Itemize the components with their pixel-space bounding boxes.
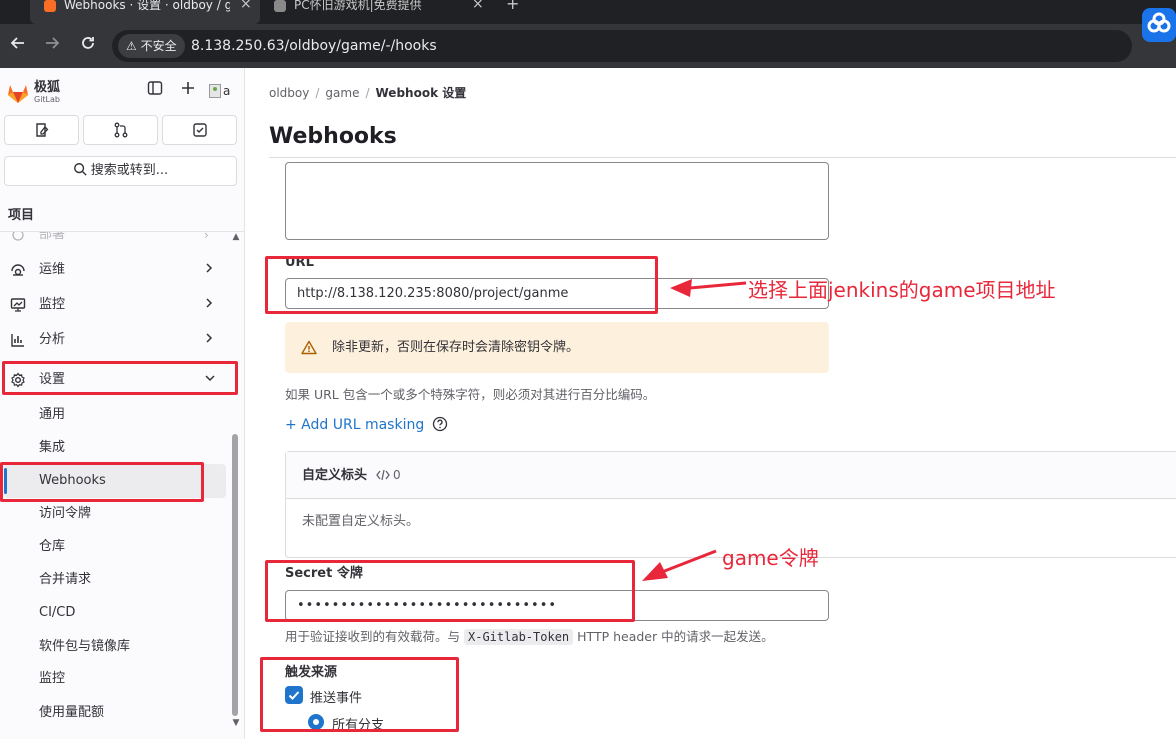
sidebar-item-deploy[interactable]: 部署 › xyxy=(0,228,228,252)
main-content: oldboy / game / Webhook 设置 Webhooks URL http… xyxy=(245,68,1176,739)
sidebar-subitem-packages[interactable]: 软件包与镜像库 xyxy=(0,630,228,664)
broken-image-icon xyxy=(209,84,221,98)
section-title-project: 项目 xyxy=(8,208,35,223)
avatar[interactable]: a xyxy=(207,80,235,102)
issues-icon xyxy=(35,123,48,137)
section-divider xyxy=(0,231,244,232)
sidebar-subitem-merge-requests[interactable]: 合并请求 xyxy=(0,563,228,597)
warning-alert: 除非更新，否则在保存时会清除密钥令牌。 xyxy=(285,322,829,373)
custom-headers-count: 0 xyxy=(376,452,401,499)
sidebar-subitem-monitor[interactable]: 监控 xyxy=(0,662,228,696)
rocket-icon xyxy=(12,232,24,241)
collapse-sidebar-icon[interactable] xyxy=(144,80,166,102)
sidebar-item-analytics[interactable]: 分析 xyxy=(0,323,228,357)
browser-tab-webhooks[interactable]: Webhooks · 设置 · oldboy / g xyxy=(44,0,230,24)
forward-arrow-icon[interactable] xyxy=(40,34,64,58)
search-icon xyxy=(73,163,87,176)
breadcrumb-game[interactable]: game xyxy=(325,86,359,100)
issues-button[interactable] xyxy=(4,115,79,145)
create-new-icon[interactable] xyxy=(177,80,199,102)
gitlab-favicon-icon xyxy=(44,0,56,12)
scroll-down-arrow-icon[interactable]: ▼ xyxy=(230,718,242,728)
sidebar-subitem-cicd[interactable]: CI/CD xyxy=(0,596,228,630)
sidebar-item-operations[interactable]: 运维 xyxy=(0,253,228,287)
sidebar-subitem-access-tokens[interactable]: 访问令牌 xyxy=(0,497,228,531)
gitlab-logo[interactable]: 极狐 GitLab xyxy=(6,80,86,108)
tab-close-icon[interactable]: × xyxy=(240,0,252,11)
todo-check-icon xyxy=(192,123,207,137)
sidebar-scrollbar[interactable] xyxy=(232,434,238,716)
chart-icon xyxy=(11,334,24,347)
baidu-netdisk-icon[interactable] xyxy=(1142,8,1176,42)
breadcrumb-current[interactable]: Webhook 设置 xyxy=(376,86,467,100)
tab-close-icon[interactable]: × xyxy=(472,0,484,11)
chevron-right-icon xyxy=(204,297,216,313)
address-bar[interactable]: ⚠ 不安全 8.138.250.63/oldboy/game/-/hooks xyxy=(112,30,1132,62)
sidebar-subitem-repository[interactable]: 仓库 xyxy=(0,530,228,564)
content-divider xyxy=(269,157,1176,158)
trigger-label: 触发来源 xyxy=(285,665,338,680)
secret-helper-text: 用于验证接收到的有效载荷。与 X-Gitlab-Token HTTP heade… xyxy=(285,629,774,645)
new-tab-icon[interactable]: + xyxy=(506,0,519,12)
browser-tab-games[interactable]: PC怀旧游戏机|免费提供 xyxy=(274,0,464,24)
breadcrumb-oldboy[interactable]: oldboy xyxy=(269,86,309,100)
all-branches-label[interactable]: 所有分支 xyxy=(332,714,384,733)
sidebar-subitem-webhooks[interactable]: Webhooks xyxy=(4,464,226,498)
monitor-ops-icon xyxy=(11,264,25,276)
breadcrumb: oldboy / game / Webhook 设置 xyxy=(269,86,467,100)
warning-icon: ⚠ xyxy=(126,39,137,53)
sidebar-item-monitor[interactable]: 监控 xyxy=(0,288,228,322)
all-branches-radio[interactable] xyxy=(308,714,324,730)
annotation-text-secret: game令牌 xyxy=(722,546,819,570)
reload-icon[interactable] xyxy=(76,34,100,58)
url-helper-text: 如果 URL 包含一个或多个特殊字符，则必须对其进行百分比编码。 xyxy=(285,387,656,402)
chevron-down-icon xyxy=(204,372,216,388)
url-label: URL xyxy=(285,255,314,270)
todo-button[interactable] xyxy=(162,115,237,145)
sidebar-subitem-integrations[interactable]: 集成 xyxy=(0,431,228,465)
custom-headers-empty: 未配置自定义标头。 xyxy=(302,514,420,529)
annotation-text-url: 选择上面jenkins的game项目地址 xyxy=(748,278,1056,302)
push-events-label[interactable]: 推送事件 xyxy=(310,687,362,706)
security-indicator[interactable]: ⚠ 不安全 xyxy=(118,34,185,58)
brand-name: 极狐 xyxy=(34,80,61,95)
chevron-right-icon xyxy=(204,332,216,348)
warning-icon xyxy=(301,340,317,355)
gear-icon xyxy=(11,372,25,388)
sidebar: 极狐 GitLab a 搜索或转到... 项目 部署 › 运维 监控 分析 设置… xyxy=(0,68,245,739)
help-question-icon[interactable] xyxy=(432,416,448,432)
code-icon xyxy=(376,469,390,481)
back-arrow-icon[interactable] xyxy=(6,34,30,58)
alert-text: 除非更新，否则在保存时会清除密钥令牌。 xyxy=(332,340,580,355)
chevron-right-icon xyxy=(204,262,216,278)
description-textarea[interactable] xyxy=(285,162,829,240)
secret-token-input[interactable]: •••••••••••••••••••••••••••••• xyxy=(285,590,829,621)
push-events-checkbox[interactable] xyxy=(285,686,303,704)
gitlab-fox-icon xyxy=(8,85,28,103)
page-title: Webhooks xyxy=(269,124,397,149)
sidebar-item-settings[interactable]: 设置 xyxy=(0,363,228,397)
site-favicon-icon xyxy=(274,0,286,12)
active-indicator xyxy=(4,468,7,494)
browser-toolbar: ⚠ 不安全 8.138.250.63/oldboy/game/-/hooks xyxy=(0,8,1176,68)
custom-headers-title: 自定义标头 xyxy=(302,468,368,483)
brand-sub: GitLab xyxy=(34,95,60,104)
check-icon xyxy=(288,691,300,700)
merge-request-icon xyxy=(114,122,127,138)
sidebar-subitem-usage-quotas[interactable]: 使用量配额 xyxy=(0,696,228,730)
add-url-masking-link[interactable]: + Add URL masking xyxy=(285,416,448,433)
header-name-code: X-Gitlab-Token xyxy=(464,629,574,645)
merge-requests-button[interactable] xyxy=(83,115,158,145)
monitor-icon xyxy=(10,298,26,312)
secret-token-label: Secret 令牌 xyxy=(285,566,363,581)
browser-tab-strip: Webhooks · 设置 · oldboy / g × PC怀旧游戏机|免费提… xyxy=(0,0,1176,24)
annotation-arrow-url xyxy=(670,279,747,297)
custom-headers-header: 自定义标头 0 xyxy=(286,452,1176,499)
annotation-arrow-secret xyxy=(642,549,717,581)
scroll-up-arrow-icon[interactable]: ▲ xyxy=(230,232,242,242)
chevron-right-icon: › xyxy=(204,228,209,242)
url-text: 8.138.250.63/oldboy/game/-/hooks xyxy=(191,38,437,54)
search-button[interactable]: 搜索或转到... xyxy=(4,156,237,186)
sidebar-subitem-general[interactable]: 通用 xyxy=(0,398,228,432)
